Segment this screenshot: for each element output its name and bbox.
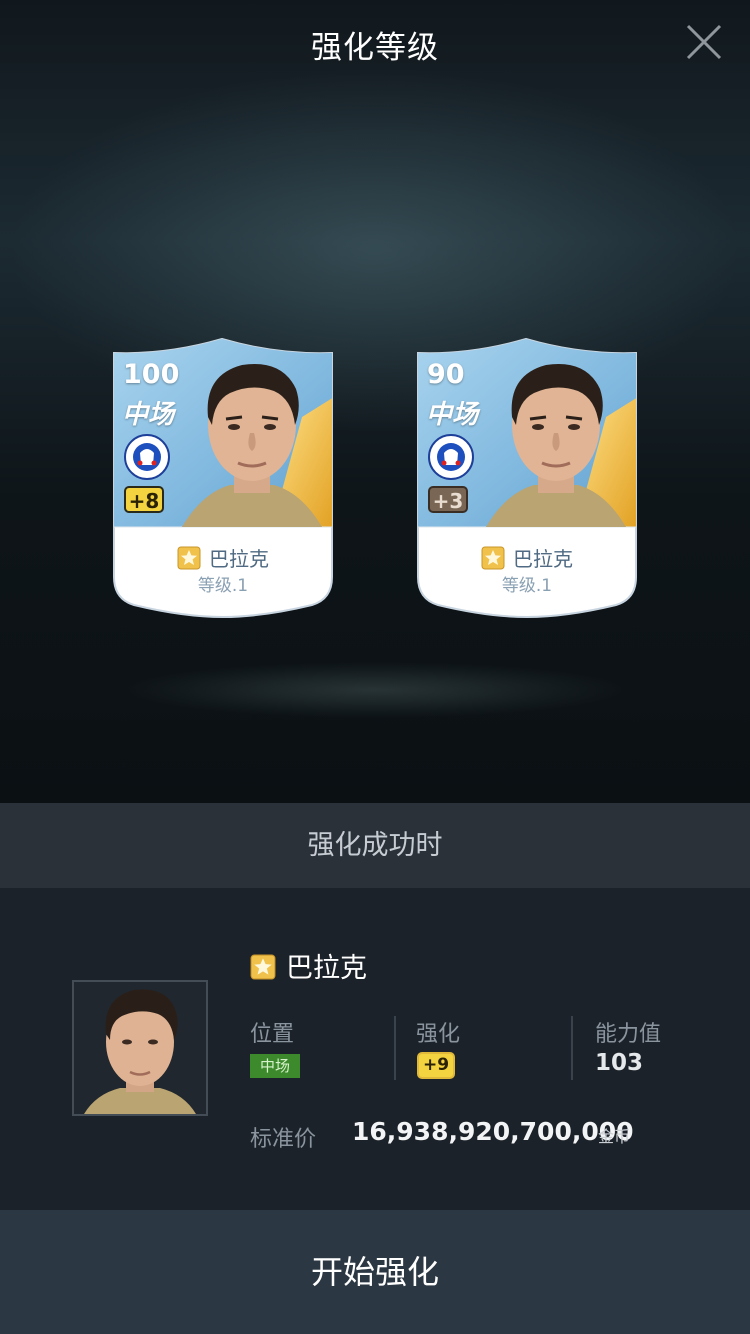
card-player-name: 巴拉克 [209, 547, 269, 571]
boost-label: 强化 [416, 1022, 461, 1047]
player-portrait [486, 364, 626, 527]
stat-divider [571, 1016, 573, 1080]
card-position: 中场 [122, 400, 175, 430]
power-label: 能力值 [595, 1022, 662, 1047]
card-name-row: 巴拉克 [416, 543, 638, 572]
price-value: 16,938,920,700,000 [352, 1117, 634, 1146]
result-panel: 巴拉克 位置 中场 强化 +9 能力值 103 标准价 16,938,920,7… [0, 888, 750, 1210]
player-portrait [182, 364, 322, 527]
card-position: 中场 [426, 400, 479, 430]
chelsea-crest-icon [428, 434, 474, 480]
enhance-stage: 强化等级 100 中场 +8 巴拉克 等级.1 90 中场 +3 巴拉克 等级.… [0, 0, 750, 803]
card-rating: 90 [427, 359, 465, 390]
player-thumbnail [72, 980, 208, 1116]
player-card-primary[interactable]: 100 中场 +8 巴拉克 等级.1 [112, 337, 334, 619]
section-title: 强化成功时 [0, 803, 750, 888]
card-boost-badge: +8 [124, 486, 164, 513]
result-player-name-row: 巴拉克 [250, 946, 367, 985]
star-icon [250, 954, 276, 980]
position-label: 位置 [250, 1022, 295, 1047]
player-face-image [74, 982, 206, 1114]
card-name-row: 巴拉克 [112, 543, 334, 572]
card-level: 等级.1 [501, 576, 553, 596]
star-icon [481, 546, 505, 570]
price-unit: 金币 [598, 1127, 631, 1146]
chelsea-crest-icon [124, 434, 170, 480]
card-boost-badge: +3 [428, 486, 468, 513]
star-icon [177, 546, 201, 570]
price-label: 标准价 [250, 1127, 317, 1152]
player-card-material[interactable]: 90 中场 +3 巴拉克 等级.1 [416, 337, 638, 619]
stat-divider [394, 1016, 396, 1080]
result-player-name: 巴拉克 [286, 953, 367, 984]
boost-badge: +9 [417, 1052, 455, 1079]
card-level: 等级.1 [197, 576, 249, 596]
page-title: 强化等级 [311, 30, 439, 66]
close-icon[interactable] [684, 22, 724, 62]
power-value: 103 [595, 1050, 644, 1076]
position-tag: 中场 [250, 1054, 300, 1078]
card-player-name: 巴拉克 [513, 547, 573, 571]
start-enhance-button[interactable]: 开始强化 [0, 1210, 750, 1334]
card-rating: 100 [123, 359, 180, 390]
